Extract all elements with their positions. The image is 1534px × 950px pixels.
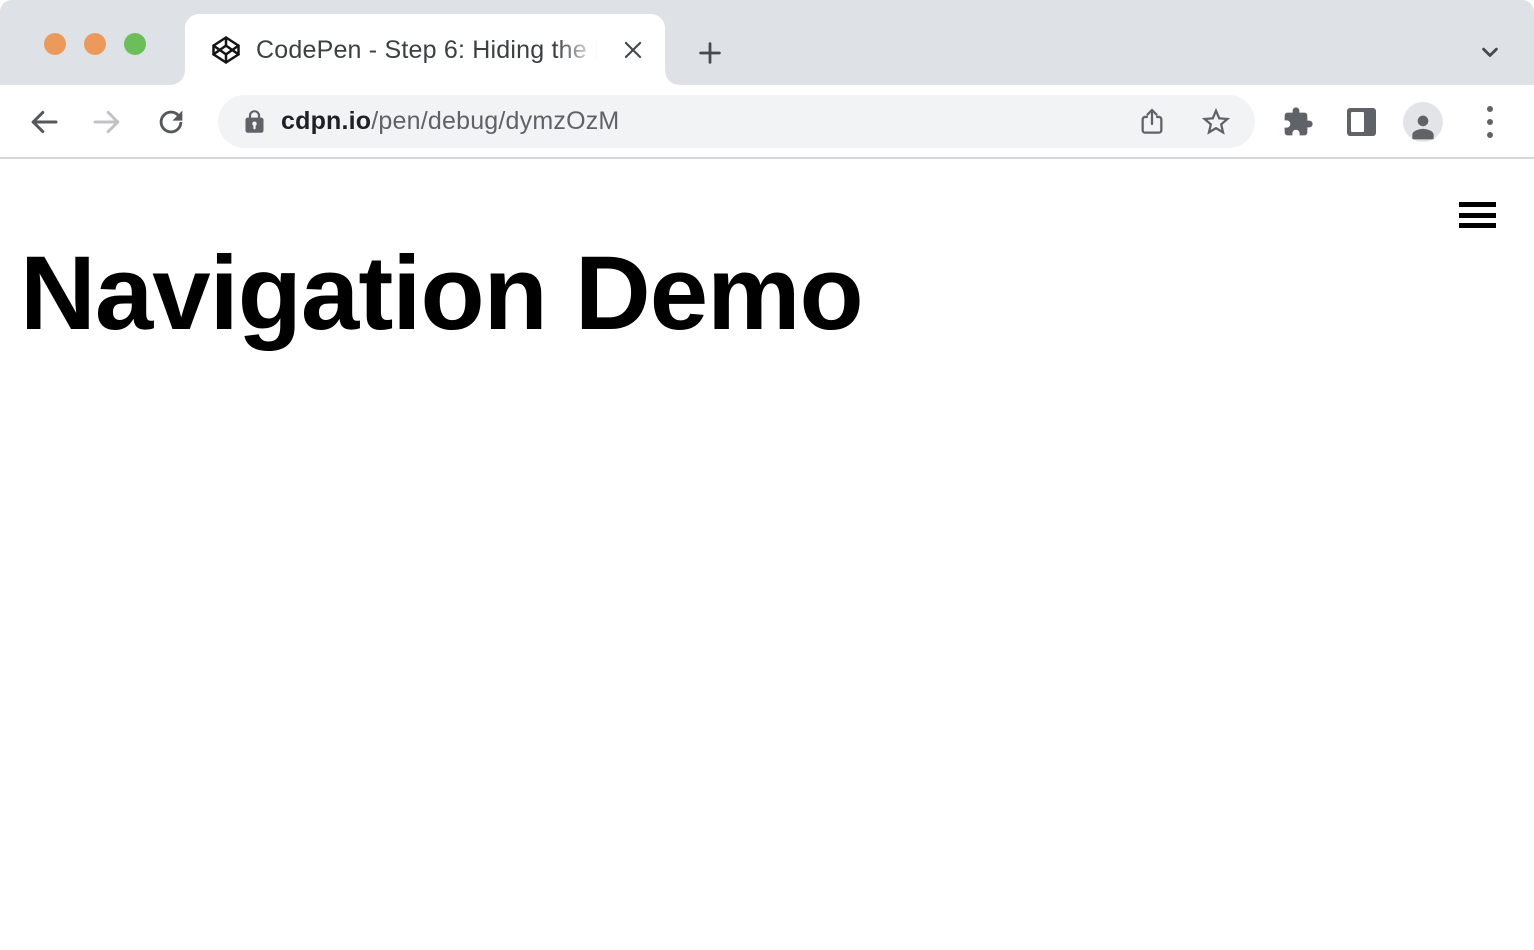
tab-title-wrap: CodePen - Step 6: Hiding the li <box>256 32 608 67</box>
tab-strip: CodePen - Step 6: Hiding the li <box>0 0 1534 85</box>
page-content: Navigation Demo <box>0 161 1534 950</box>
back-button[interactable] <box>26 104 62 140</box>
hamburger-bar <box>1459 202 1496 207</box>
browser-window: CodePen - Step 6: Hiding the li cdpn.io/… <box>0 0 1534 950</box>
window-controls <box>44 33 146 55</box>
window-zoom-button[interactable] <box>124 33 146 55</box>
address-bar[interactable]: cdpn.io/pen/debug/dymzOzM <box>218 95 1255 148</box>
menu-dot <box>1487 132 1493 138</box>
tab-close-button[interactable] <box>618 35 648 65</box>
window-minimize-button[interactable] <box>84 33 106 55</box>
profile-avatar-button[interactable] <box>1403 102 1443 142</box>
new-tab-button[interactable] <box>687 30 733 76</box>
tab-title: CodePen - Step 6: Hiding the li <box>256 35 606 64</box>
page-title: Navigation Demo <box>20 235 864 352</box>
lock-icon[interactable] <box>241 108 268 135</box>
url-path: /pen/debug/dymzOzM <box>371 107 620 135</box>
side-panel-icon[interactable] <box>1347 108 1376 136</box>
menu-dot <box>1487 119 1493 125</box>
window-close-button[interactable] <box>44 33 66 55</box>
hamburger-bar <box>1459 223 1496 228</box>
browser-menu-icon[interactable] <box>1478 103 1502 141</box>
tab-search-chevron-icon[interactable] <box>1476 38 1506 66</box>
share-icon[interactable] <box>1136 106 1168 138</box>
hamburger-menu-icon[interactable] <box>1459 202 1496 228</box>
reload-icon[interactable] <box>154 105 190 141</box>
menu-dot <box>1487 106 1493 112</box>
browser-tab[interactable]: CodePen - Step 6: Hiding the li <box>171 14 679 85</box>
tab-title-fade <box>556 32 608 67</box>
bookmark-star-icon[interactable] <box>1199 105 1233 139</box>
side-panel-glyph <box>1347 108 1376 136</box>
person-icon <box>1412 115 1434 140</box>
codepen-icon <box>211 35 241 65</box>
url-domain: cdpn.io <box>281 107 372 135</box>
forward-button[interactable] <box>89 104 125 140</box>
browser-toolbar: cdpn.io/pen/debug/dymzOzM <box>0 85 1534 159</box>
extensions-puzzle-icon[interactable] <box>1282 106 1314 138</box>
hamburger-bar <box>1459 212 1496 218</box>
url-text: cdpn.io/pen/debug/dymzOzM <box>281 107 619 136</box>
